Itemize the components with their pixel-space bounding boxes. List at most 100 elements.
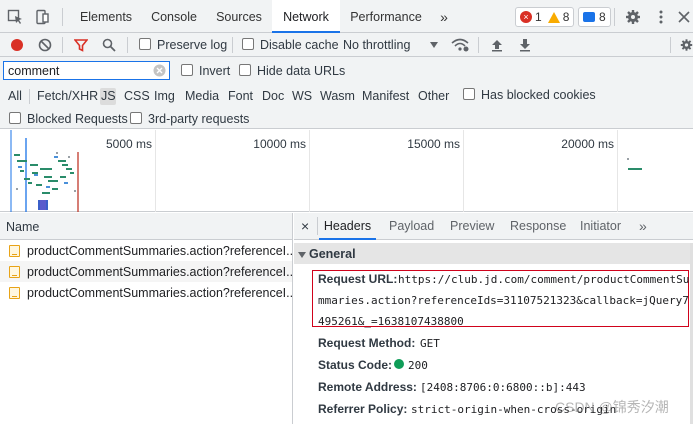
- error-icon: ×: [520, 11, 532, 23]
- close-devtools-icon[interactable]: [675, 8, 693, 26]
- script-file-icon: [9, 245, 20, 257]
- tab-divider: [317, 217, 318, 235]
- has-blocked-cookies-label[interactable]: Has blocked cookies: [481, 88, 596, 102]
- error-count: 1: [535, 10, 542, 24]
- tab-elements[interactable]: Elements: [70, 0, 142, 33]
- toolbar-divider: [62, 8, 63, 26]
- third-party-requests-checkbox[interactable]: [130, 112, 142, 124]
- request-method-value: GET: [420, 337, 440, 350]
- status-ok-dot-icon: [394, 359, 404, 369]
- request-name: productCommentSummaries.action?reference…: [27, 286, 292, 300]
- has-blocked-cookies-checkbox[interactable]: [463, 88, 475, 100]
- disable-cache-checkbox[interactable]: [242, 38, 254, 50]
- remote-address-value: [2408:8706:0:6800::b]:443: [420, 381, 586, 394]
- filter-input-value[interactable]: comment: [8, 64, 59, 78]
- remote-address-label: Remote Address:: [318, 380, 417, 394]
- chevron-down-icon[interactable]: [428, 39, 440, 51]
- close-details-button[interactable]: ×: [301, 213, 309, 240]
- toolbar-divider: [127, 37, 128, 53]
- tab-response[interactable]: Response: [510, 213, 566, 240]
- preserve-log-checkbox[interactable]: [139, 38, 151, 50]
- request-row[interactable]: productCommentSummaries.action?reference…: [0, 282, 292, 303]
- network-settings-gear-icon[interactable]: [680, 37, 693, 53]
- csdn-watermark: CSDN @锦秀汐潮: [555, 399, 669, 415]
- status-code-value: 200: [408, 359, 428, 372]
- invert-checkbox[interactable]: [181, 64, 193, 76]
- throttling-select[interactable]: No throttling: [343, 38, 410, 52]
- request-url-value-line-1: https://club.jd.com/comment/productComme…: [398, 273, 690, 286]
- tab-console[interactable]: Console: [143, 0, 205, 33]
- request-url-value-line-2: mmaries.action?referenceIds=31107521323&…: [318, 294, 689, 307]
- name-column-header[interactable]: Name: [0, 213, 292, 240]
- hide-data-urls-label[interactable]: Hide data URLs: [257, 64, 345, 78]
- tab-initiator[interactable]: Initiator: [580, 213, 621, 240]
- request-url-label: Request URL:: [318, 272, 398, 286]
- toolbar-divider: [478, 37, 479, 53]
- type-filter-manifest[interactable]: Manifest: [361, 88, 410, 105]
- referrer-policy-label: Referrer Policy:: [318, 402, 408, 416]
- toolbar-divider: [62, 37, 63, 53]
- tab-preview[interactable]: Preview: [450, 213, 494, 240]
- toolbar-divider: [232, 37, 233, 53]
- tab-sources[interactable]: Sources: [207, 0, 271, 33]
- tab-network[interactable]: Network: [272, 0, 340, 33]
- filter-icon[interactable]: [73, 37, 89, 53]
- type-filter-all[interactable]: All: [7, 88, 23, 105]
- hide-data-urls-checkbox[interactable]: [239, 64, 251, 76]
- search-icon[interactable]: [101, 37, 117, 53]
- type-filter-img[interactable]: Img: [153, 88, 176, 105]
- type-filter-other[interactable]: Other: [417, 88, 450, 105]
- blocked-requests-label[interactable]: Blocked Requests: [27, 112, 128, 126]
- more-detail-tabs-button[interactable]: »: [639, 213, 647, 240]
- type-filter-js[interactable]: JS: [100, 88, 116, 105]
- tab-payload[interactable]: Payload: [389, 213, 434, 240]
- import-har-icon[interactable]: [489, 37, 505, 53]
- third-party-requests-label[interactable]: 3rd-party requests: [148, 112, 249, 126]
- preserve-log-label[interactable]: Preserve log: [157, 38, 227, 52]
- device-toolbar-icon[interactable]: [33, 8, 51, 26]
- warning-count: 8: [562, 10, 570, 24]
- filter-input[interactable]: comment: [3, 61, 170, 80]
- export-har-icon[interactable]: [517, 37, 533, 53]
- request-row[interactable]: productCommentSummaries.action?reference…: [0, 240, 292, 261]
- script-file-icon: [9, 287, 20, 299]
- type-filter-css[interactable]: CSS: [123, 88, 151, 105]
- tab-headers[interactable]: Headers: [319, 213, 376, 240]
- more-options-icon[interactable]: [652, 8, 670, 26]
- request-name: productCommentSummaries.action?reference…: [27, 265, 292, 279]
- messages-badge[interactable]: 8: [578, 7, 611, 27]
- name-column-label: Name: [6, 220, 40, 234]
- script-file-icon: [9, 266, 20, 278]
- network-conditions-icon[interactable]: [451, 37, 469, 53]
- request-name: productCommentSummaries.action?reference…: [27, 244, 292, 258]
- warning-icon: [547, 11, 560, 23]
- toolbar-divider: [670, 37, 671, 53]
- message-icon: [583, 12, 595, 22]
- blocked-requests-checkbox[interactable]: [9, 112, 21, 124]
- inspect-element-icon[interactable]: [6, 8, 24, 26]
- invert-label[interactable]: Invert: [199, 64, 230, 78]
- type-filter-doc[interactable]: Doc: [261, 88, 285, 105]
- type-filter-font[interactable]: Font: [227, 88, 254, 105]
- clear-icon[interactable]: [37, 37, 53, 53]
- timeline-waterfall-graphic: [10, 130, 642, 212]
- type-filter-wasm[interactable]: Wasm: [319, 88, 356, 105]
- general-section-title: General: [309, 247, 356, 261]
- settings-gear-icon[interactable]: [624, 8, 642, 26]
- request-url-value-line-3: 495261&_=1638107438800: [318, 315, 464, 328]
- general-section-header[interactable]: General: [294, 243, 690, 264]
- tab-performance[interactable]: Performance: [342, 0, 430, 33]
- clear-filter-icon[interactable]: [153, 64, 166, 80]
- type-filter-ws[interactable]: WS: [291, 88, 313, 105]
- disable-cache-label[interactable]: Disable cache: [260, 38, 339, 52]
- expand-triangle-icon: [298, 248, 306, 262]
- status-code-label: Status Code:: [318, 358, 393, 372]
- type-filter-fetch-xhr[interactable]: Fetch/XHR: [36, 88, 99, 105]
- type-filter-media[interactable]: Media: [184, 88, 220, 105]
- request-row[interactable]: productCommentSummaries.action?reference…: [0, 261, 292, 282]
- message-count: 8: [599, 10, 606, 24]
- request-method-label: Request Method:: [318, 336, 416, 350]
- record-icon[interactable]: [9, 37, 25, 53]
- more-tabs-button[interactable]: »: [434, 0, 454, 33]
- issues-badge[interactable]: × 1 8: [515, 7, 575, 27]
